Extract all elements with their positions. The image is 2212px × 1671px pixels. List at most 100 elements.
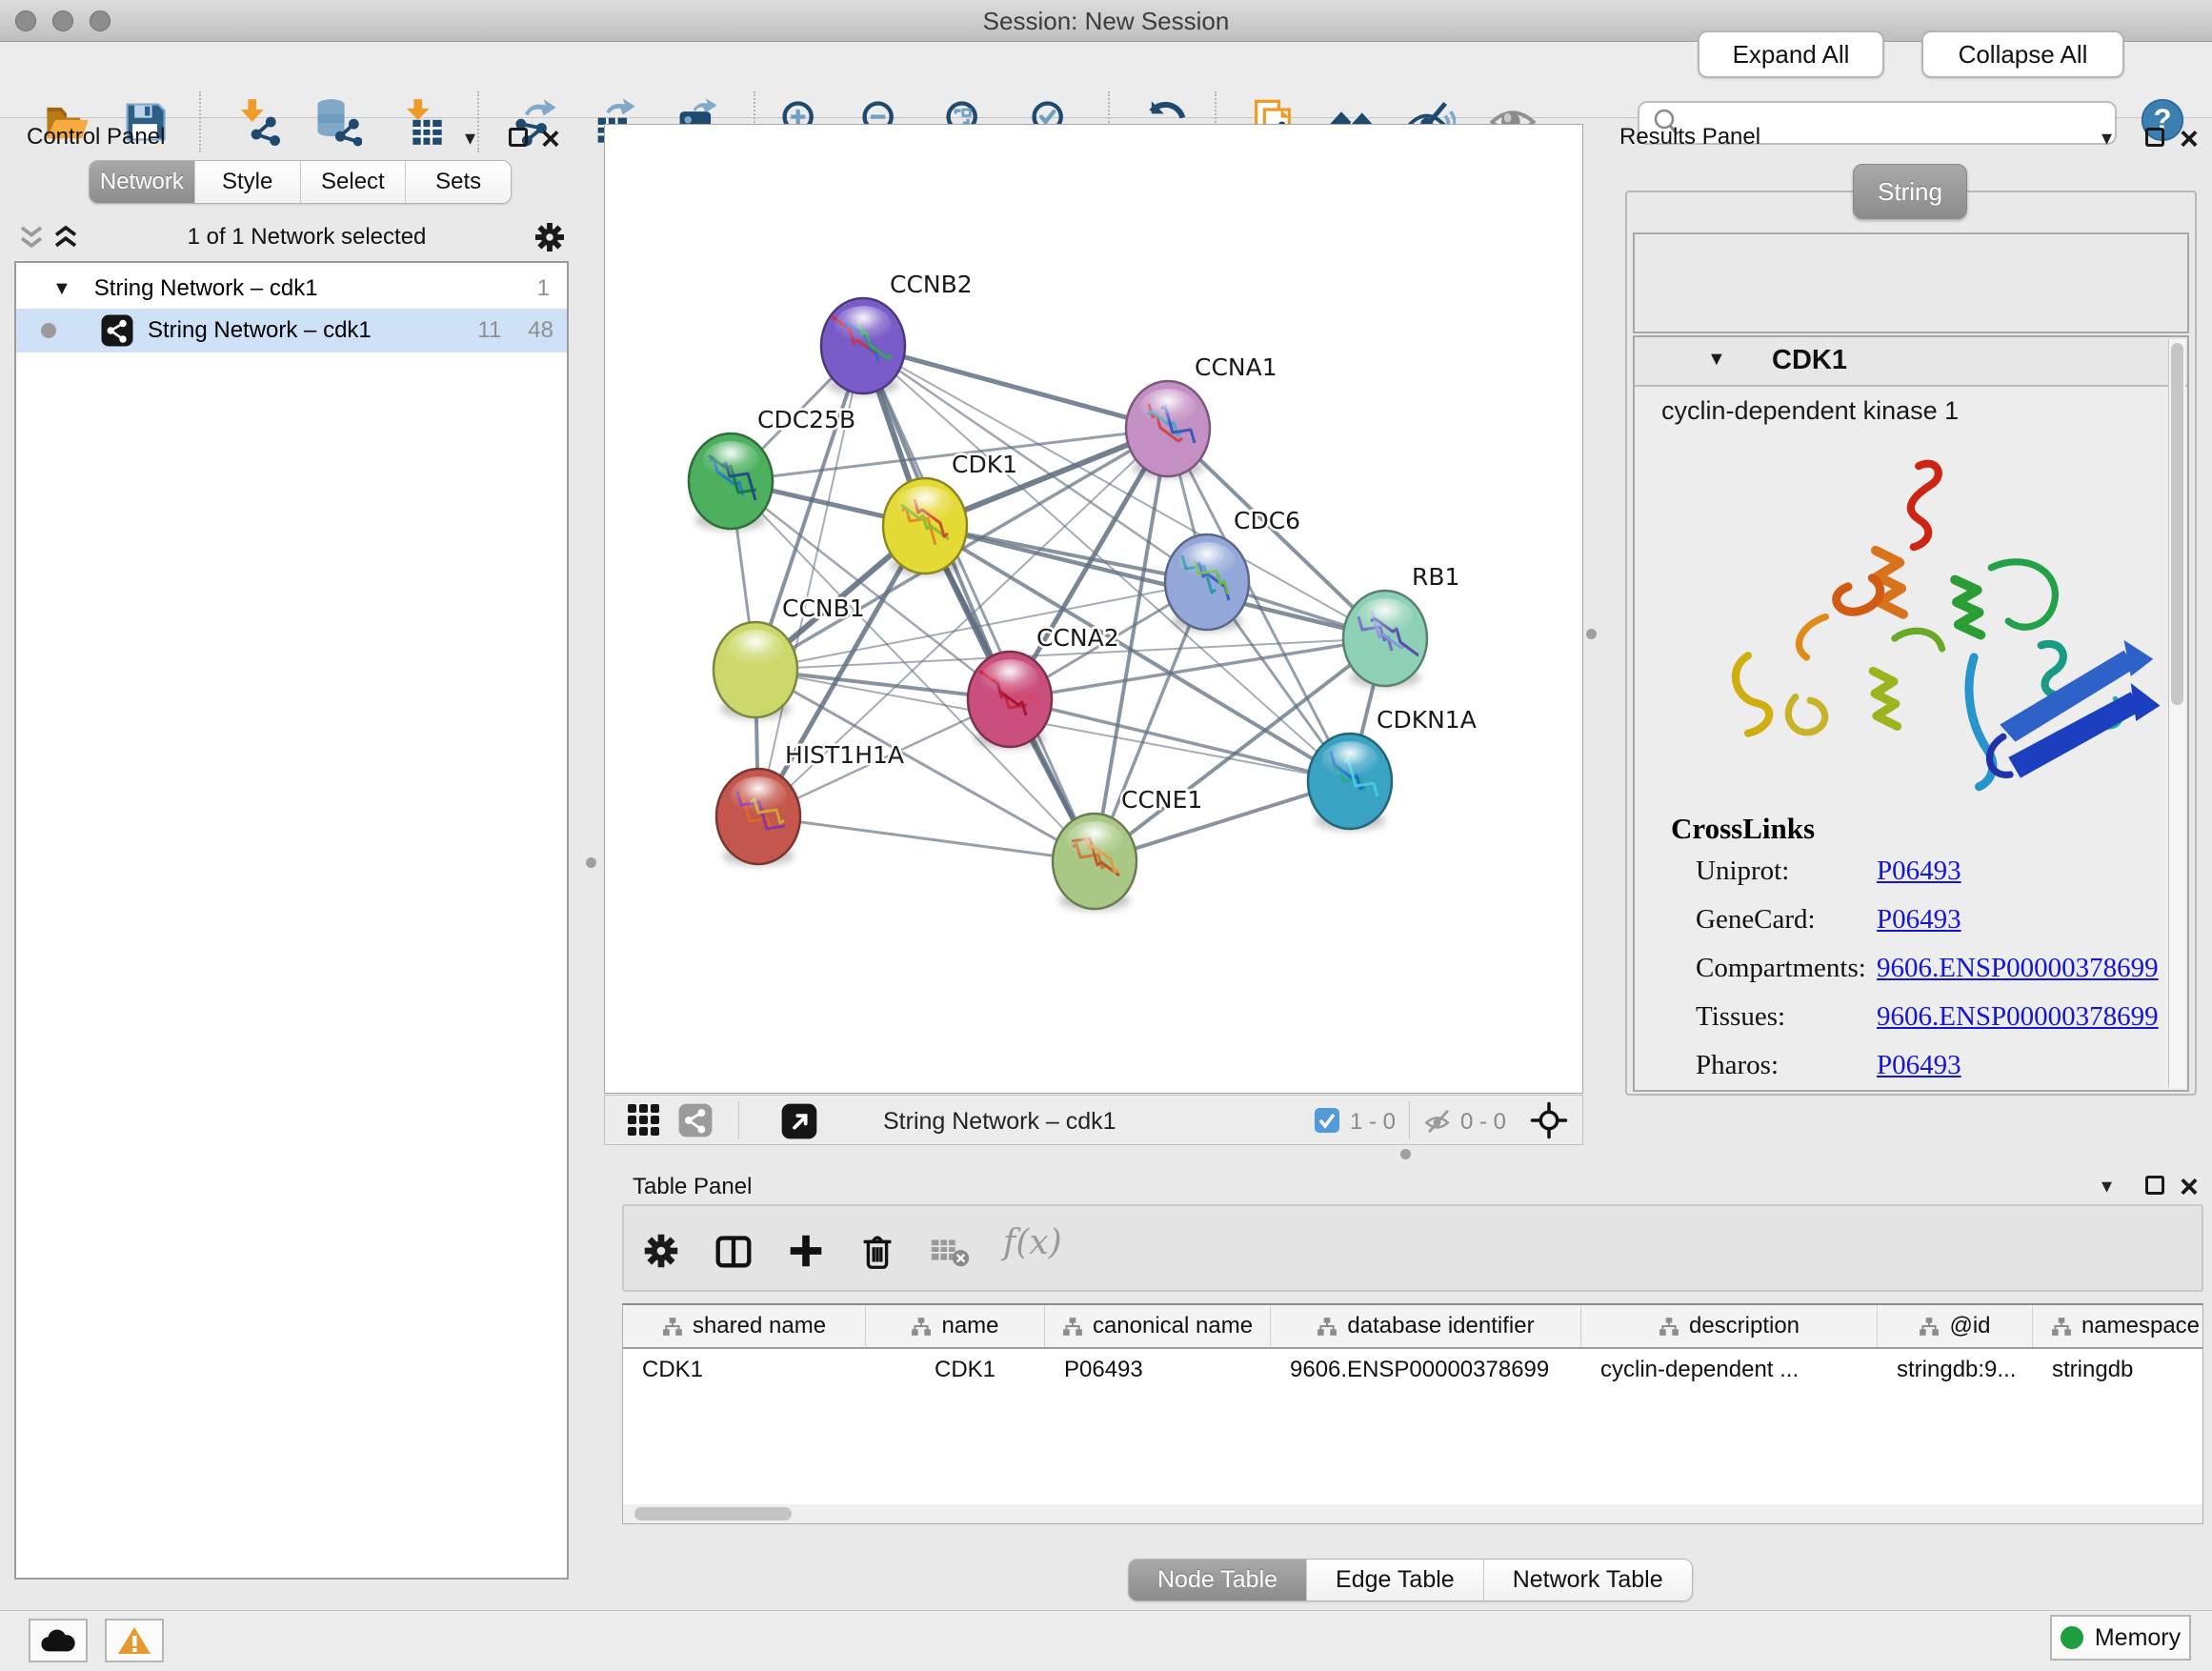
control-panel-close-icon[interactable]: × <box>541 130 560 149</box>
table-cell-id[interactable]: stringdb:9... <box>1878 1349 2033 1391</box>
table-cell-description[interactable]: cyclin-dependent ... <box>1581 1349 1878 1391</box>
tab-network-table[interactable]: Network Table <box>1483 1560 1692 1601</box>
network-canvas[interactable]: CCNB2CCNA1CDC25BCDK1CDC6RB1CCNB1CCNA2CDK… <box>604 124 1583 1094</box>
tab-string[interactable]: String <box>1853 164 1967 219</box>
network-collection-label: String Network – cdk1 <box>94 275 318 302</box>
table-scrollbar-thumb[interactable] <box>634 1507 792 1520</box>
node-label-RB1: RB1 <box>1412 563 1459 591</box>
import-table-icon[interactable] <box>396 97 446 147</box>
import-network-database-icon[interactable] <box>312 97 362 147</box>
crosslink-label: Uniprot: <box>1696 856 1877 887</box>
left-pane-divider-handle[interactable] <box>586 857 596 868</box>
selected-count: 1 - 0 <box>1350 1109 1396 1136</box>
edge-count: 48 <box>528 317 553 344</box>
crosslink-link-compartments[interactable]: 9606.ENSP00000378699 <box>1877 953 2159 983</box>
table-cell-shared-name[interactable]: CDK1 <box>623 1349 866 1391</box>
function-builder-icon[interactable]: f(x) <box>1003 1223 1062 1262</box>
network-badge-icon[interactable] <box>677 1102 714 1138</box>
crosslink-link-uniprot[interactable]: P06493 <box>1877 856 1961 886</box>
table-cell-database-identifier[interactable]: 9606.ENSP00000378699 <box>1271 1349 1581 1391</box>
column-header-label: database identifier <box>1347 1313 1534 1339</box>
results-scrollbar-thumb[interactable] <box>2171 343 2183 705</box>
delete-table-icon[interactable] <box>928 1229 972 1273</box>
right-pane-divider-handle[interactable] <box>1586 629 1597 639</box>
memory-button[interactable]: Memory <box>2050 1615 2191 1661</box>
selected-checkbox-icon[interactable] <box>1314 1107 1340 1134</box>
network-row-selected[interactable]: String Network – cdk1 11 48 <box>16 309 567 352</box>
node-entry-header[interactable]: ▼ CDK1 <box>1635 337 2187 387</box>
crosslink-link-tissues[interactable]: 9606.ENSP00000378699 <box>1877 1001 2159 1032</box>
crosslink-label: GeneCard: <box>1696 904 1877 936</box>
network-status-dot-icon <box>41 323 56 338</box>
protein-structure-image <box>1673 440 2168 802</box>
tab-select[interactable]: Select <box>300 161 406 203</box>
results-panel-title: Results Panel <box>1619 124 1760 151</box>
results-panel-close-icon[interactable]: × <box>2180 130 2199 149</box>
warnings-button[interactable] <box>105 1619 164 1662</box>
birdseye-view-icon[interactable] <box>780 1102 818 1140</box>
network-list-header: 1 of 1 Network selected <box>14 215 569 259</box>
tab-sets[interactable]: Sets <box>405 161 511 203</box>
import-network-icon[interactable] <box>231 97 280 147</box>
fit-selected-crosshair-icon[interactable] <box>1529 1100 1569 1140</box>
network-node-HIST1H1A[interactable]: HIST1H1A <box>716 741 904 866</box>
results-panel-menu-caret-icon[interactable]: ▾ <box>2101 126 2112 151</box>
table-horizontal-scrollbar[interactable] <box>623 1504 2202 1523</box>
entry-collapse-icon[interactable]: ▼ <box>1707 349 1726 371</box>
network-node-CDKN1A[interactable]: CDKN1A <box>1308 706 1477 831</box>
cloud-icon <box>40 1627 76 1654</box>
results-scrollbar[interactable] <box>2168 339 2185 1088</box>
collapse-all-icon[interactable] <box>14 223 49 252</box>
column-header-namespace[interactable]: namespace <box>2033 1305 2203 1347</box>
show-columns-icon[interactable] <box>712 1229 755 1273</box>
crosslinks-title: CrossLinks <box>1671 812 2168 846</box>
hidden-eye-icon[interactable] <box>1422 1105 1455 1137</box>
add-column-icon[interactable] <box>784 1229 828 1273</box>
table-settings-gear-icon[interactable] <box>639 1229 683 1273</box>
attribute-type-icon <box>911 1318 932 1336</box>
crosslink-link-pharos[interactable]: P06493 <box>1877 1050 1961 1080</box>
bottom-pane-divider-handle[interactable] <box>1400 1149 1411 1159</box>
column-header-label: @id <box>1949 1313 1990 1339</box>
network-graph[interactable]: CCNB2CCNA1CDC25BCDK1CDC6RB1CCNB1CCNA2CDK… <box>605 125 1582 1093</box>
tree-expand-icon[interactable]: ▼ <box>52 278 71 300</box>
column-header-database-identifier[interactable]: database identifier <box>1271 1305 1581 1347</box>
node-label-CDKN1A: CDKN1A <box>1377 706 1477 734</box>
expand-all-button[interactable]: Expand All <box>1698 30 1884 78</box>
control-panel-menu-caret-icon[interactable]: ▾ <box>465 126 475 151</box>
string-results-buttonbar <box>1633 232 2189 333</box>
control-panel-float-icon[interactable] <box>509 128 528 147</box>
table-panel-menu-caret-icon[interactable]: ▾ <box>2101 1174 2112 1198</box>
node-table: shared namenamecanonical name database id… <box>622 1303 2203 1524</box>
table-cell-namespace[interactable]: stringdb <box>2033 1349 2203 1391</box>
table-row[interactable]: CDK1CDK1P064939606.ENSP00000378699cyclin… <box>623 1349 2202 1391</box>
cloud-status-button[interactable] <box>29 1619 88 1662</box>
grid-view-icon[interactable] <box>626 1102 662 1138</box>
table-type-tabs: Node TableEdge TableNetwork Table <box>1128 1559 1693 1601</box>
toolbar-separator <box>199 91 201 152</box>
tab-edge-table[interactable]: Edge Table <box>1306 1560 1483 1601</box>
network-node-CCNB1[interactable]: CCNB1 <box>714 594 865 719</box>
network-collection-row[interactable]: ▼ String Network – cdk1 1 <box>16 269 567 309</box>
column-header-shared-name[interactable]: shared name <box>623 1305 866 1347</box>
tab-style[interactable]: Style <box>194 161 300 203</box>
network-node-RB1[interactable]: RB1 <box>1343 563 1459 688</box>
gear-icon[interactable] <box>531 218 569 256</box>
crosslink-label: Compartments: <box>1696 953 1877 984</box>
collapse-all-button[interactable]: Collapse All <box>1921 30 2124 78</box>
column-header-name[interactable]: name <box>866 1305 1045 1347</box>
table-cell-name[interactable]: CDK1 <box>866 1349 1045 1391</box>
tab-network[interactable]: Network <box>90 161 194 203</box>
crosslink-link-genecard[interactable]: P06493 <box>1877 904 1961 935</box>
column-header-description[interactable]: description <box>1581 1305 1878 1347</box>
results-panel-float-icon[interactable] <box>2145 128 2164 147</box>
network-node-CCNE1[interactable]: CCNE1 <box>1053 786 1202 911</box>
column-header-id[interactable]: @id <box>1878 1305 2033 1347</box>
table-panel-float-icon[interactable] <box>2145 1176 2164 1195</box>
column-header-canonical-name[interactable]: canonical name <box>1045 1305 1271 1347</box>
expand-all-icon[interactable] <box>49 223 83 252</box>
delete-column-icon[interactable] <box>855 1229 899 1273</box>
tab-node-table[interactable]: Node Table <box>1129 1560 1306 1601</box>
table-panel-close-icon[interactable]: × <box>2180 1178 2199 1197</box>
table-cell-canonical-name[interactable]: P06493 <box>1045 1349 1271 1391</box>
